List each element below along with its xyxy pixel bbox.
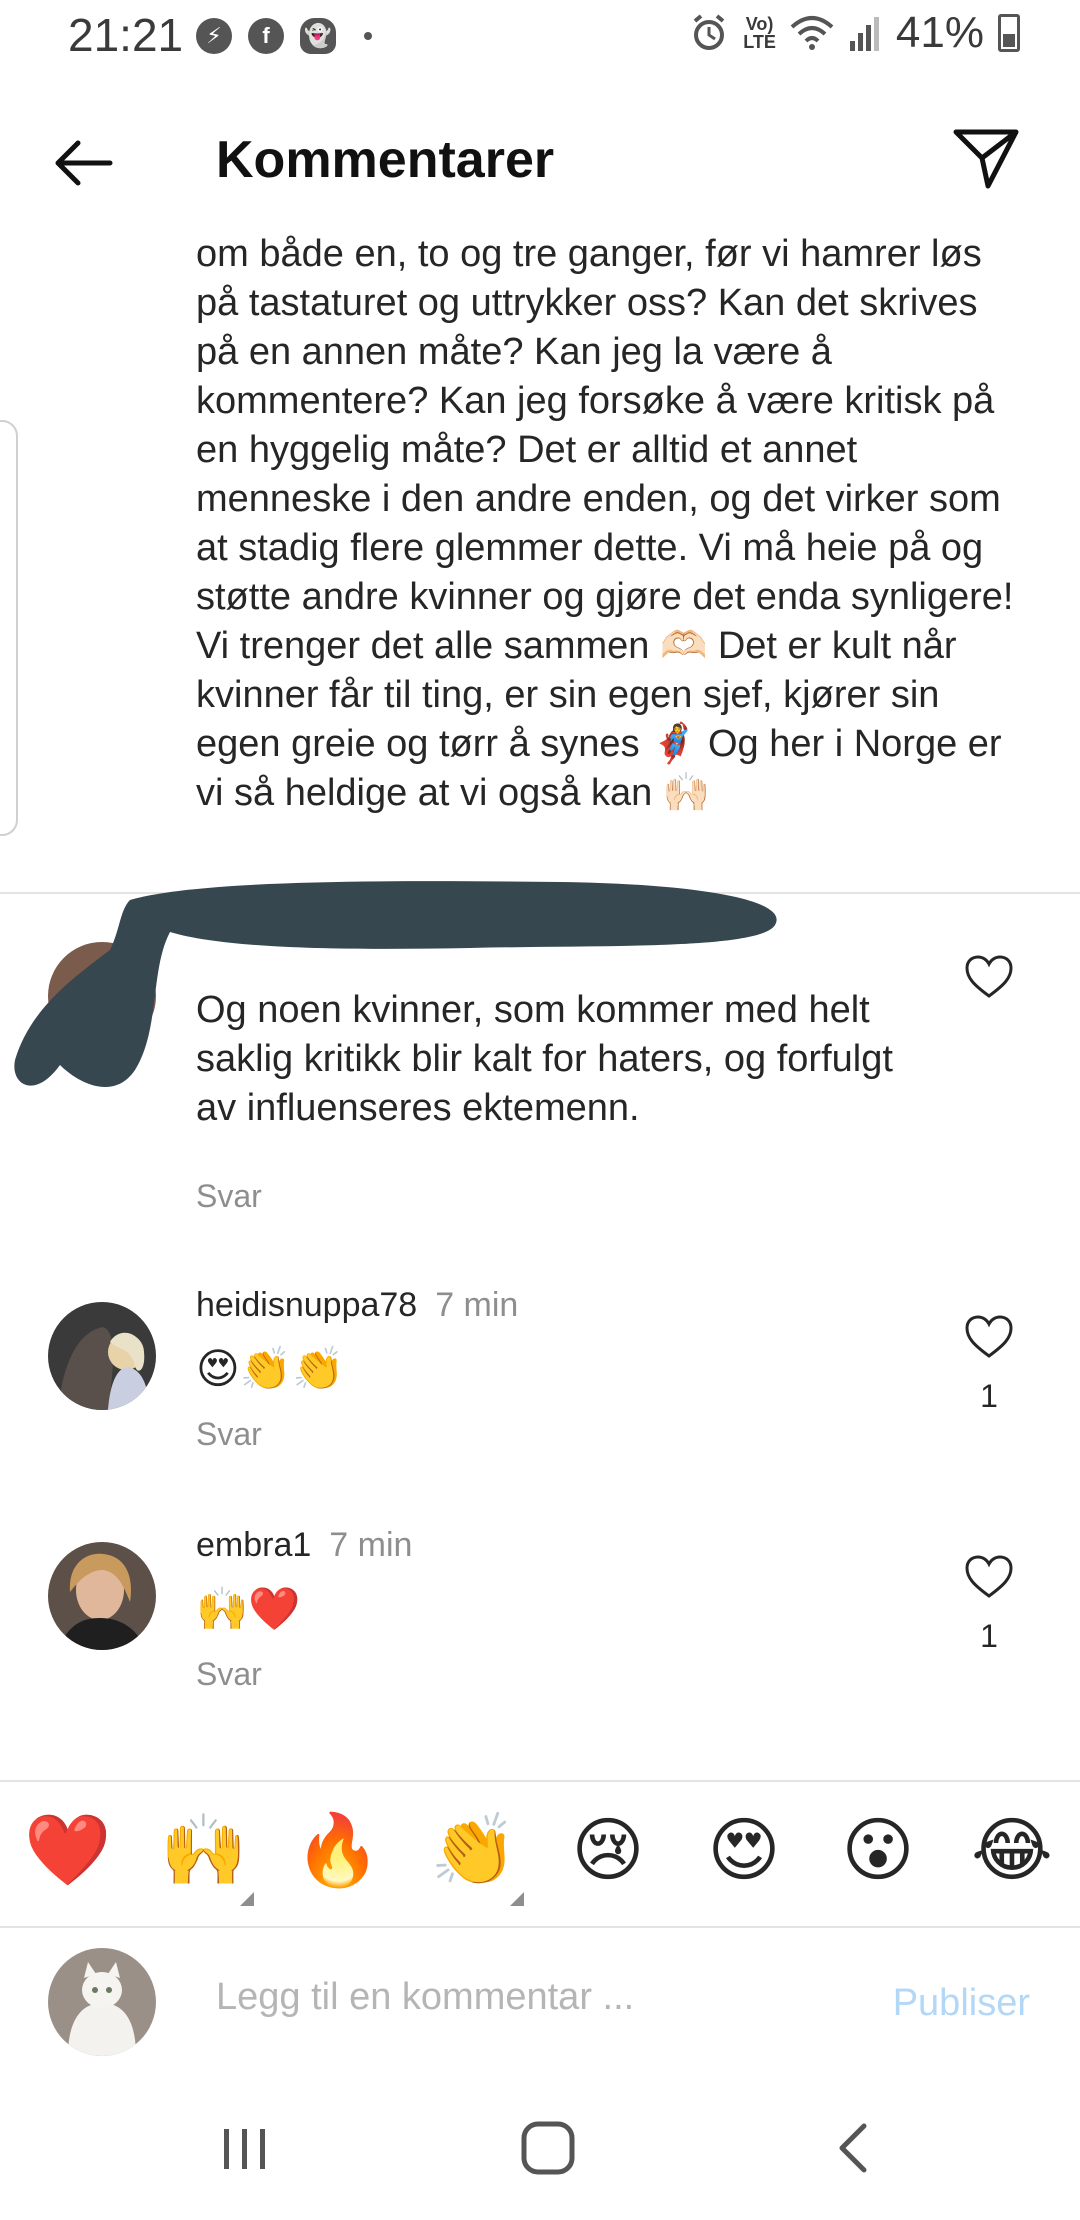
collapsed-side-card bbox=[0, 420, 18, 836]
battery-icon bbox=[998, 14, 1020, 52]
quick-emoji-bar: ❤️ 🙌 🔥 👏 😢 😍 😮 😂 bbox=[0, 1780, 1080, 1928]
messenger-icon: ⚡ bbox=[196, 18, 232, 54]
signal-icon bbox=[849, 17, 879, 51]
emoji-heart-eyes-button[interactable]: 😍 bbox=[696, 1802, 792, 1898]
username[interactable]: heidisnuppa78 bbox=[196, 1286, 417, 1324]
volte-label: Vo) bbox=[745, 14, 774, 34]
emoji-clap-button[interactable]: 👏 bbox=[426, 1802, 522, 1898]
publish-button[interactable]: Publiser bbox=[893, 1982, 1030, 2025]
reply-button[interactable]: Svar bbox=[196, 1178, 262, 1215]
battery-percent: 41% bbox=[895, 8, 984, 57]
skin-tone-indicator-icon bbox=[510, 1892, 524, 1906]
reply-button[interactable]: Svar bbox=[196, 1416, 262, 1453]
lte-label: LTE bbox=[743, 32, 776, 52]
emoji-fire-button[interactable]: 🔥 bbox=[290, 1802, 386, 1898]
notification-icons: ⚡ f 👻 bbox=[196, 18, 372, 54]
system-indicators: Vo) LTE 41% bbox=[689, 8, 1020, 58]
nav-back-icon[interactable] bbox=[826, 2120, 882, 2176]
avatar-photo bbox=[48, 1948, 156, 2056]
comment-text-expanded: om både en, to og tre ganger, før vi ham… bbox=[196, 233, 1014, 814]
home-icon[interactable] bbox=[520, 2120, 576, 2176]
avatar[interactable] bbox=[48, 1542, 156, 1650]
send-direct-icon[interactable] bbox=[950, 122, 1022, 194]
like-count: 1 bbox=[980, 1378, 998, 1414]
emoji-surprised-button[interactable]: 😮 bbox=[830, 1802, 926, 1898]
timestamp: 7 min bbox=[329, 1526, 413, 1564]
emoji-crying-button[interactable]: 😢 bbox=[560, 1802, 656, 1898]
avatar-photo bbox=[48, 1302, 156, 1410]
emoji-raised-hands-button[interactable]: 🙌 bbox=[156, 1802, 252, 1898]
more-notifications-dot bbox=[364, 32, 372, 40]
timestamp: 7 min bbox=[435, 1286, 519, 1324]
back-arrow-icon[interactable] bbox=[48, 128, 118, 198]
like-heart-icon[interactable] bbox=[964, 1314, 1014, 1360]
like-heart-icon[interactable] bbox=[964, 1554, 1014, 1600]
avatar[interactable] bbox=[48, 1302, 156, 1410]
alarm-icon bbox=[693, 14, 725, 50]
page-title: Kommentarer bbox=[216, 131, 555, 189]
redaction-scribble bbox=[14, 881, 777, 1087]
status-time: 21:21 bbox=[68, 9, 184, 61]
emoji-heart-button[interactable]: ❤️ bbox=[20, 1802, 116, 1898]
status-bar: 21:21 ⚡ f 👻 Vo) LTE 41% bbox=[0, 0, 1080, 80]
emoji-joy-button[interactable]: 😂 bbox=[964, 1802, 1060, 1898]
recent-apps-icon[interactable] bbox=[220, 2124, 270, 2174]
wifi-icon bbox=[790, 16, 834, 50]
facebook-icon: f bbox=[248, 18, 284, 54]
avatar-photo bbox=[48, 1542, 156, 1650]
top-app-bar: Kommentarer bbox=[0, 110, 1080, 210]
like-heart-icon[interactable] bbox=[964, 954, 1014, 1000]
snapchat-icon: 👻 bbox=[300, 18, 336, 54]
own-avatar bbox=[48, 1948, 156, 2056]
skin-tone-indicator-icon bbox=[240, 1892, 254, 1906]
comment-text: 😍👏👏 bbox=[196, 1345, 345, 1392]
volte-indicator: Vo) LTE bbox=[743, 15, 776, 51]
comment-input[interactable] bbox=[216, 1976, 676, 2019]
comment-text: 🙌❤️ bbox=[196, 1585, 301, 1632]
like-count: 1 bbox=[980, 1618, 998, 1654]
system-navigation-bar bbox=[0, 2080, 1080, 2220]
reply-button[interactable]: Svar bbox=[196, 1656, 262, 1693]
comment-header: embra1 7 min bbox=[196, 1526, 412, 1565]
comment-header: heidisnuppa78 7 min bbox=[196, 1286, 518, 1325]
username[interactable]: embra1 bbox=[196, 1526, 311, 1564]
